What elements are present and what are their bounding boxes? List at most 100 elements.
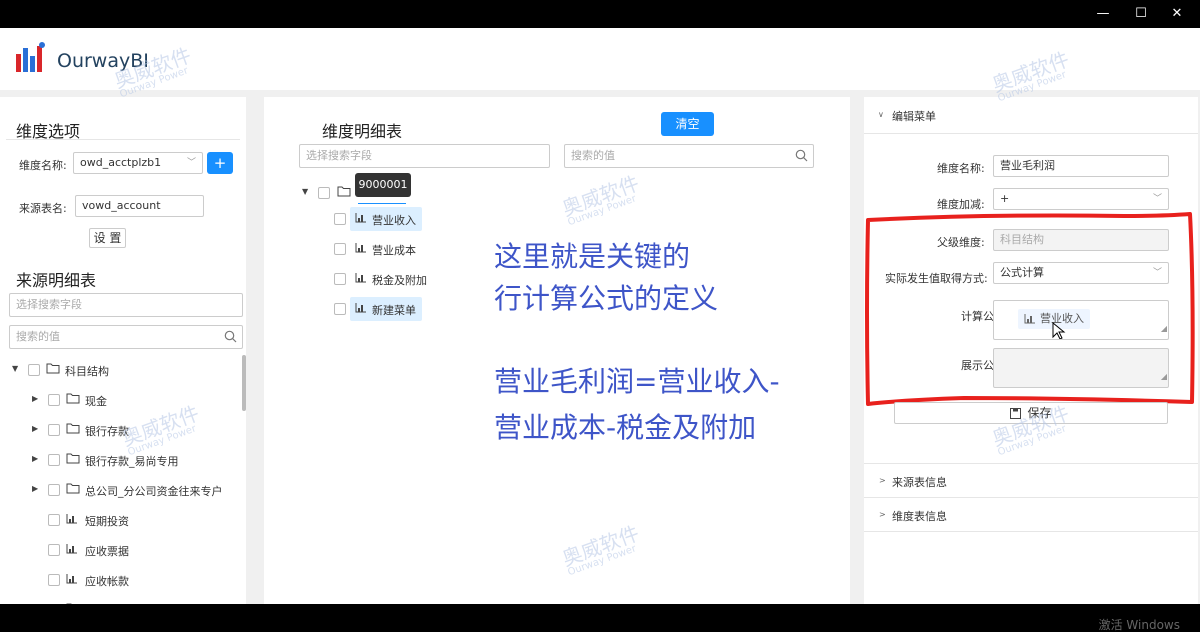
chevron-down-icon: ﹀ (1152, 194, 1162, 204)
checkbox[interactable] (318, 187, 330, 199)
bar-chart-icon (355, 243, 366, 253)
middle-field-search-input[interactable]: 选择搜索字段 (299, 144, 550, 168)
checkbox[interactable] (48, 484, 60, 496)
bar-chart-icon (355, 303, 366, 313)
tree-item-label: 应收票据 (85, 545, 129, 558)
tooltip: 9000001 (355, 173, 411, 197)
close-button[interactable]: ✕ (1154, 0, 1200, 28)
tree-item-label: 现金 (85, 395, 107, 408)
app-window: — ☐ ✕ OurwayBI 维度选项 维度名称: owd_acctplzb1 … (0, 0, 1200, 632)
folder-icon (337, 186, 351, 197)
app-name: OurwayBI (57, 50, 149, 72)
checkbox[interactable] (334, 213, 346, 225)
source-table-label: 来源表名: (19, 202, 67, 215)
chevron-right-icon: > (879, 476, 886, 485)
tree-item[interactable]: ▶ 银行存款 (10, 418, 240, 442)
left-scrollbar[interactable] (242, 355, 246, 411)
folder-icon (66, 423, 80, 434)
source-detail-title: 来源明细表 (16, 271, 97, 290)
checkbox[interactable] (334, 243, 346, 255)
save-button[interactable]: 保存 (894, 402, 1168, 424)
checkbox[interactable] (48, 454, 60, 466)
taskbar-strip: 激活 Windows (0, 604, 1200, 632)
tree-item-chip[interactable]: 营业收入 (350, 207, 422, 231)
set-button[interactable]: 设 置 (89, 228, 126, 248)
overlay-note-line3: 营业毛利润=营业收入- (494, 365, 780, 398)
tree-item[interactable]: 应收票据 (10, 538, 240, 562)
left-panel: 维度选项 维度名称: owd_acctplzb1 ﹀ + 来源表名: vowd_… (0, 97, 246, 618)
caret-down-icon[interactable]: ▼ (302, 187, 308, 196)
tree-item-label: 短期投资 (85, 515, 129, 528)
tree-item-chip[interactable]: 新建菜单 (350, 297, 422, 321)
chevron-down-icon: ∨ (878, 110, 884, 119)
dim-op-label: 维度加减: (937, 198, 985, 211)
checkbox[interactable] (48, 574, 60, 586)
left-field-search-input[interactable]: 选择搜索字段 (9, 293, 243, 317)
dimension-detail-title: 维度明细表 (322, 122, 403, 141)
right-dim-name-label: 维度名称: (937, 162, 985, 175)
ourway-logo-icon (16, 42, 45, 72)
overlay-note-line4: 营业成本-税金及附加 (494, 411, 757, 444)
folder-icon (66, 393, 80, 404)
tree-item[interactable]: ▶ 现金 (10, 388, 240, 412)
tree-item-label: 应收帐款 (85, 575, 129, 588)
checkbox[interactable] (28, 364, 40, 376)
dim-info-section[interactable]: > 维度表信息 (864, 497, 1198, 531)
middle-value-search-input[interactable]: 搜索的值 (564, 144, 814, 168)
folder-icon (46, 363, 60, 374)
bar-chart-icon (66, 574, 77, 584)
folder-icon (66, 453, 80, 464)
checkbox[interactable] (334, 273, 346, 285)
tree-item-label: 营业成本 (372, 244, 416, 257)
tree-item-label: 新建菜单 (372, 304, 416, 317)
caret-down-icon[interactable]: ▼ (12, 364, 18, 373)
tree-item[interactable]: 营业成本 (334, 237, 454, 261)
middle-panel: 维度明细表 清空 选择搜索字段 搜索的值 ▼ 9000001 营业收入营业成本税… (264, 97, 850, 604)
clear-button[interactable]: 清空 (661, 112, 714, 136)
save-icon (1010, 408, 1022, 419)
chevron-down-icon: ﹀ (186, 158, 196, 168)
add-button[interactable]: + (207, 152, 233, 174)
right-dim-name-input[interactable]: 营业毛利润 (993, 155, 1169, 177)
tree-item[interactable]: 应收帐款 (10, 568, 240, 592)
checkbox[interactable] (48, 544, 60, 556)
tree-item[interactable]: ▼ 科目结构 (10, 358, 240, 382)
dim-name-label: 维度名称: (19, 159, 67, 172)
dim-name-select[interactable]: owd_acctplzb1 ﹀ (73, 152, 203, 174)
tree-item[interactable]: 新建菜单 (334, 297, 454, 321)
tree-item[interactable]: ▶ 总公司_分公司资金往来专户 (10, 478, 240, 502)
bar-chart-icon (355, 213, 366, 223)
tree-item-label: 银行存款_易尚专用 (85, 455, 179, 468)
tree-item-label: 税金及附加 (372, 274, 427, 287)
caret-right-icon[interactable]: ▶ (32, 394, 38, 403)
caret-right-icon[interactable]: ▶ (32, 424, 38, 433)
checkbox[interactable] (48, 424, 60, 436)
bar-chart-icon (66, 544, 77, 554)
folder-icon (66, 483, 80, 494)
search-icon[interactable] (795, 149, 808, 162)
dim-op-select[interactable]: + ﹀ (993, 188, 1169, 210)
edit-menu-title: 编辑菜单 (892, 110, 936, 123)
tree-item[interactable]: 税金及附加 (334, 267, 454, 291)
caret-right-icon[interactable]: ▶ (32, 484, 38, 493)
tree-item[interactable]: ▶ 银行存款_易尚专用 (10, 448, 240, 472)
tree-item-label: 科目结构 (65, 365, 109, 378)
tree-item[interactable]: 短期投资 (10, 508, 240, 532)
left-value-search-input[interactable]: 搜索的值 (9, 325, 243, 349)
checkbox[interactable] (48, 394, 60, 406)
tree-item-label: 总公司_分公司资金往来专户 (85, 485, 223, 498)
checkbox[interactable] (48, 514, 60, 526)
tree-item-label: 营业收入 (372, 214, 416, 227)
overlay-note-line1: 这里就是关键的 (494, 240, 691, 273)
overlay-note-line2: 行计算公式的定义 (494, 282, 719, 315)
activate-windows-text: 激活 Windows (1098, 618, 1180, 632)
tree-item[interactable]: 营业收入 (334, 207, 454, 231)
checkbox[interactable] (334, 303, 346, 315)
source-info-section[interactable]: > 来源表信息 (864, 463, 1198, 497)
tree-item-chip[interactable]: 税金及附加 (350, 267, 433, 291)
tree-item-chip[interactable]: 营业成本 (350, 237, 422, 261)
caret-right-icon[interactable]: ▶ (32, 454, 38, 463)
search-icon[interactable] (224, 330, 237, 343)
source-table-input[interactable]: vowd_account (75, 195, 204, 217)
edit-menu-header[interactable]: ∨ 编辑菜单 (864, 97, 1198, 133)
